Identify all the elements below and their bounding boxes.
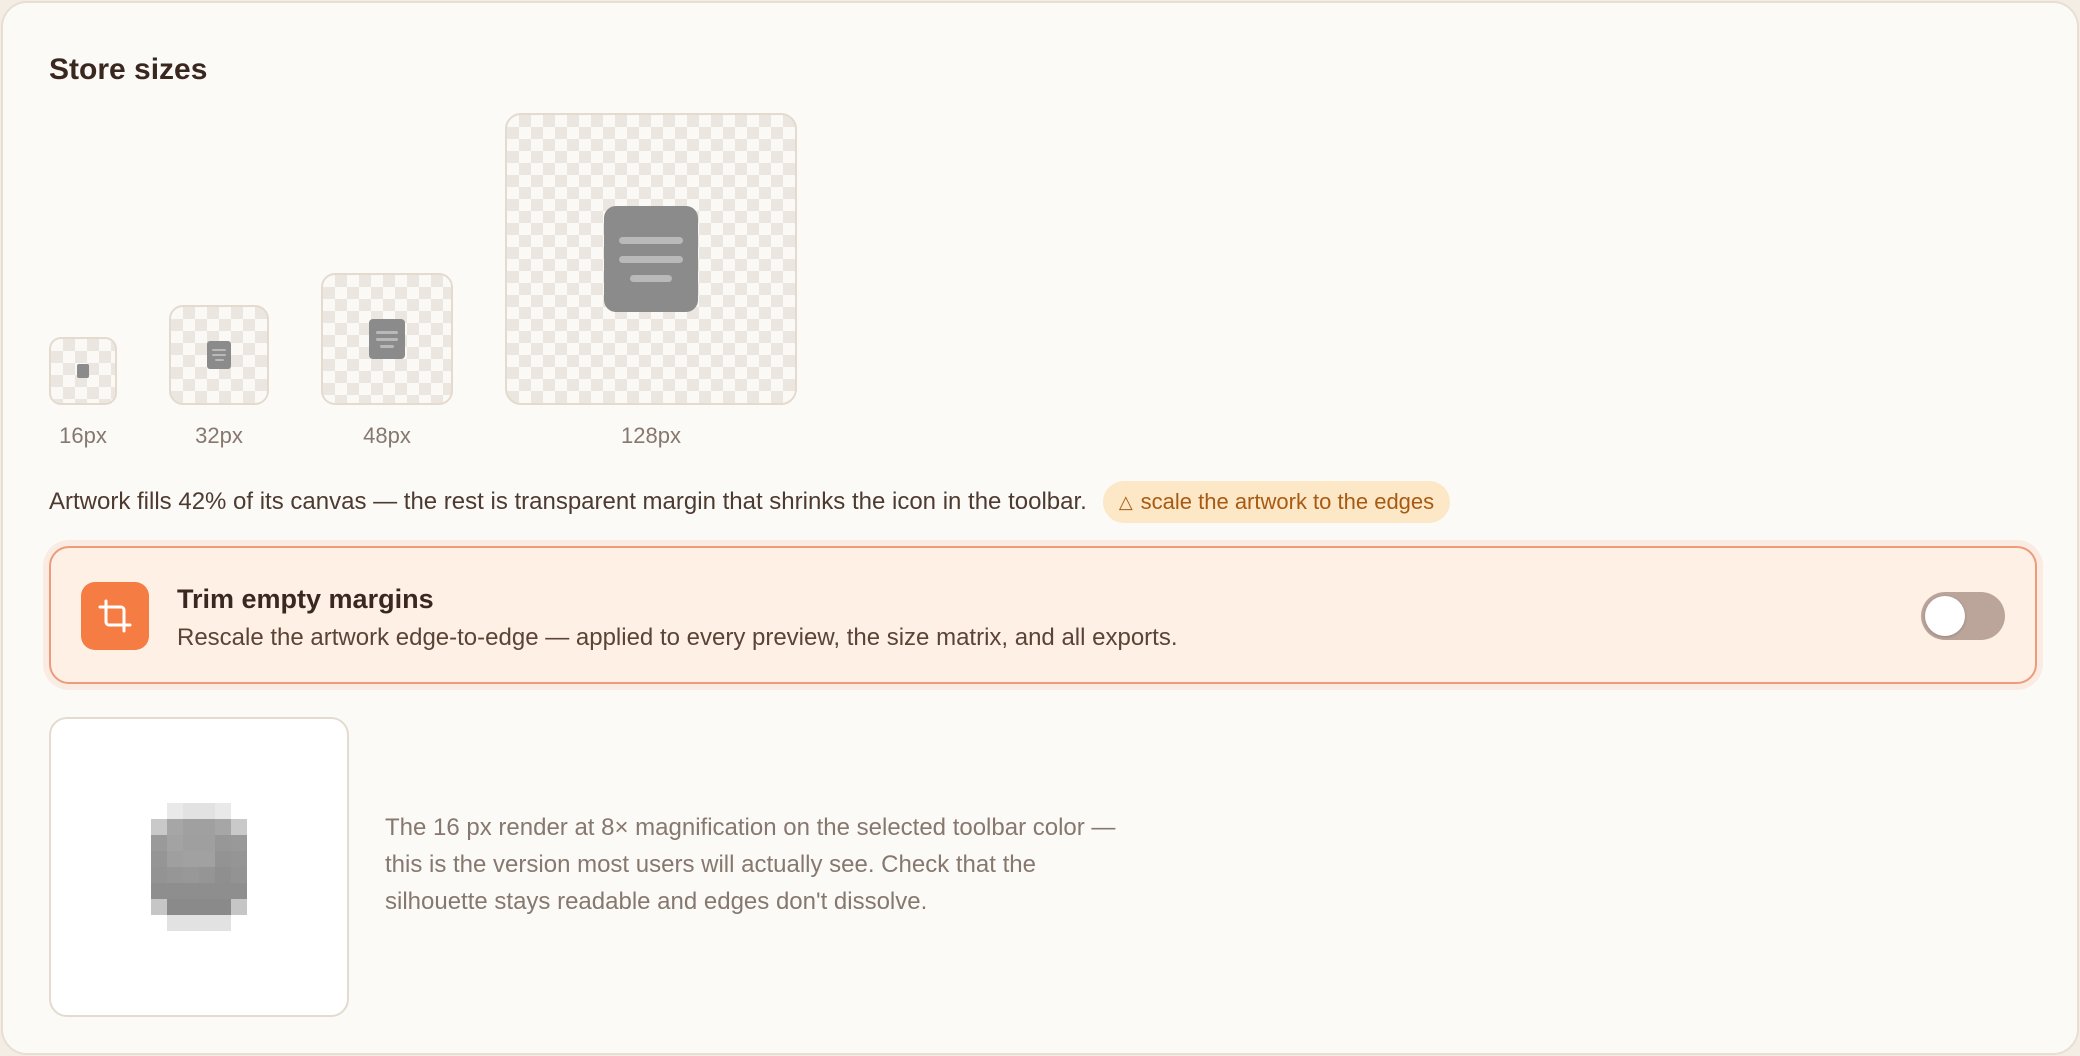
pixel-cell [151, 835, 167, 851]
pixel-cell [167, 803, 183, 819]
pixel-cell [215, 883, 231, 899]
magnified-preview [49, 717, 349, 1017]
crop-icon [81, 582, 149, 650]
pixel-cell [215, 867, 231, 883]
pixel-cell [199, 915, 215, 931]
pixel-cell [215, 835, 231, 851]
pixel-cell [199, 851, 215, 867]
pixel-cell [167, 915, 183, 931]
pixel-cell [167, 867, 183, 883]
coverage-text: Artwork fills 42% of its canvas — the re… [49, 488, 1087, 515]
warning-badge[interactable]: △ scale the artwork to the edges [1102, 481, 1451, 523]
pixel-cell [167, 883, 183, 899]
pixel-cell [183, 867, 199, 883]
pixel-cell [231, 915, 247, 931]
pixel-cell [151, 803, 167, 819]
document-icon [369, 319, 405, 359]
pixel-cell [183, 803, 199, 819]
document-icon [604, 206, 698, 312]
pixel-cell [215, 899, 231, 915]
preview-description: The 16 px render at 8× magnification on … [385, 814, 1116, 915]
trim-title: Trim empty margins [177, 584, 434, 614]
warning-badge-label: scale the artwork to the edges [1140, 489, 1435, 514]
pixel-cell [167, 851, 183, 867]
thumbnail-128[interactable] [505, 113, 797, 405]
pixel-cell [167, 835, 183, 851]
pixel-cell [183, 915, 199, 931]
thumbnail-48[interactable] [321, 273, 453, 405]
size-label: 16px [59, 423, 107, 448]
pixel-cell [231, 867, 247, 883]
pixel-cell [183, 883, 199, 899]
pixel-cell [199, 899, 215, 915]
pixel-cell [167, 899, 183, 915]
pixel-cell [151, 867, 167, 883]
pixel-cell [151, 915, 167, 931]
pixel-cell [231, 899, 247, 915]
size-16: 16px [49, 337, 117, 449]
section-title: Store sizes [49, 53, 208, 86]
store-sizes-panel: Store sizes 16px 32px 48px 128px Artwork… [1, 1, 2079, 1055]
size-label: 48px [363, 423, 411, 448]
pixel-cell [151, 851, 167, 867]
pixel-cell [231, 819, 247, 835]
size-128: 128px [505, 113, 797, 449]
coverage-notice: Artwork fills 42% of its canvas — the re… [49, 481, 1451, 523]
pixel-cell [151, 899, 167, 915]
pixel-cell [215, 819, 231, 835]
pixel-cell [183, 835, 199, 851]
pixel-cell [151, 819, 167, 835]
size-matrix: 16px 32px 48px 128px [49, 113, 797, 449]
pixel-cell [215, 915, 231, 931]
pixel-cell [199, 835, 215, 851]
pixel-cell [231, 835, 247, 851]
pixel-cell [231, 883, 247, 899]
pixel-cell [183, 899, 199, 915]
pixel-cell [151, 883, 167, 899]
warning-triangle-icon: △ [1118, 491, 1133, 512]
pixel-cell [199, 867, 215, 883]
thumbnail-32[interactable] [169, 305, 269, 405]
pixel-cell [183, 851, 199, 867]
toggle-knob [1925, 596, 1965, 636]
trim-toggle[interactable] [1921, 592, 2005, 640]
trim-margins-card[interactable]: Trim empty margins Rescale the artwork e… [49, 546, 2037, 684]
pixel-cell [199, 883, 215, 899]
size-48: 48px [321, 273, 453, 449]
size-label: 128px [621, 423, 681, 448]
trim-description: Rescale the artwork edge-to-edge — appli… [177, 624, 1178, 651]
pixel-cell [183, 819, 199, 835]
pixel-cell [199, 803, 215, 819]
pixel-cell [215, 803, 231, 819]
size-32: 32px [169, 305, 269, 449]
pixel-cell [215, 851, 231, 867]
pixel-cell [231, 803, 247, 819]
document-icon [207, 341, 231, 369]
pixel-cell [167, 819, 183, 835]
document-icon [77, 364, 89, 378]
size-label: 32px [195, 423, 243, 448]
pixel-cell [231, 851, 247, 867]
pixel-cell [199, 819, 215, 835]
pixel-render [151, 803, 247, 931]
thumbnail-16[interactable] [49, 337, 117, 405]
